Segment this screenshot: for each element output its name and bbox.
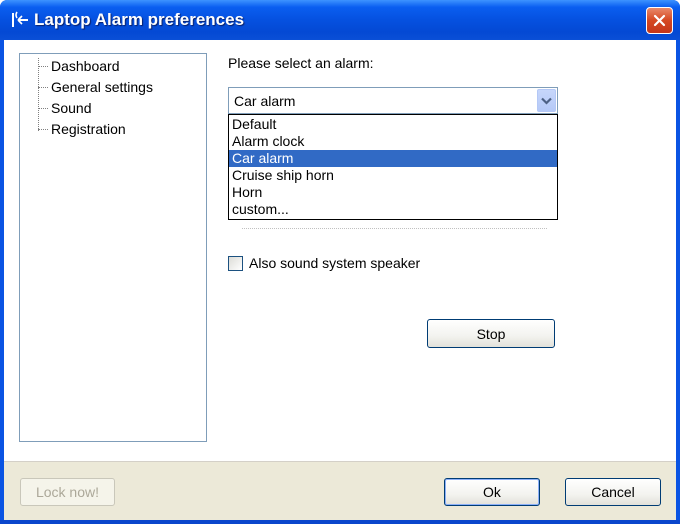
tree-item-general-settings[interactable]: General settings <box>20 77 200 97</box>
alarm-option[interactable]: Alarm clock <box>229 133 557 150</box>
system-speaker-checkbox[interactable] <box>228 256 243 271</box>
dialog-body: Dashboard General settings Sound Registr… <box>4 40 676 520</box>
dialog-footer: Lock now! Ok Cancel <box>4 461 676 520</box>
close-button[interactable] <box>646 7 673 34</box>
tree-branch <box>38 66 48 67</box>
tree-item-sound[interactable]: Sound <box>20 98 200 118</box>
alarm-option-selected[interactable]: Car alarm <box>229 150 557 167</box>
lock-now-button[interactable]: Lock now! <box>20 478 115 506</box>
app-logo-icon <box>12 11 28 27</box>
tree-item-label: Registration <box>51 121 126 137</box>
tree-item-registration[interactable]: Registration <box>20 119 200 139</box>
tree-item-label: Sound <box>51 100 92 116</box>
chevron-down-icon <box>541 97 552 105</box>
alarm-option[interactable]: custom... <box>229 201 557 218</box>
tree-item-label: General settings <box>51 79 153 95</box>
alarm-select[interactable]: Car alarm <box>228 87 558 114</box>
cancel-button[interactable]: Cancel <box>565 478 661 506</box>
app-window: Laptop Alarm preferences Dashboard Gener… <box>0 0 680 524</box>
alarm-option[interactable]: Horn <box>229 184 557 201</box>
alarm-select-label: Please select an alarm: <box>228 55 374 71</box>
tree-branch <box>38 108 48 109</box>
tree-branch <box>38 87 48 88</box>
window-title: Laptop Alarm preferences <box>34 10 245 29</box>
alarm-option[interactable]: Cruise ship horn <box>229 167 557 184</box>
alarm-select-value: Car alarm <box>234 93 296 109</box>
tree-item-label: Dashboard <box>51 58 120 74</box>
window-frame-bottom <box>0 520 680 524</box>
dropdown-button[interactable] <box>537 89 556 112</box>
alarm-options-list[interactable]: Default Alarm clock Car alarm Cruise shi… <box>228 114 558 220</box>
close-icon <box>653 14 666 27</box>
tree-item-dashboard[interactable]: Dashboard <box>20 56 200 76</box>
tree-branch <box>38 129 48 130</box>
settings-tree[interactable]: Dashboard General settings Sound Registr… <box>19 53 207 442</box>
ok-button[interactable]: Ok <box>444 478 540 506</box>
alarm-option[interactable]: Default <box>229 116 557 133</box>
stop-button[interactable]: Stop <box>427 319 555 348</box>
system-speaker-label: Also sound system speaker <box>249 255 421 271</box>
volume-slider-track <box>242 223 547 229</box>
title-bar[interactable]: Laptop Alarm preferences <box>0 0 680 40</box>
